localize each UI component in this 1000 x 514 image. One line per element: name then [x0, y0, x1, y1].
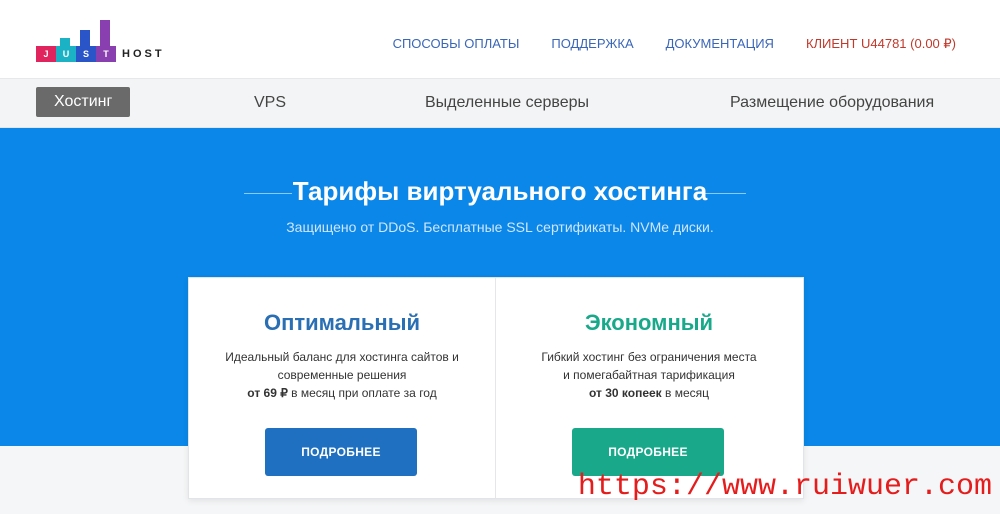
- plan-desc-line-2: и помегабайтная тарификация: [563, 368, 735, 382]
- plan-price-period: в месяц при оплате за год: [287, 386, 437, 400]
- service-tabs: Хостинг VPS Выделенные серверы Размещени…: [0, 79, 1000, 128]
- nav-payment-methods[interactable]: СПОСОБЫ ОПЛАТЫ: [393, 36, 520, 52]
- tab-colocation[interactable]: Размещение оборудования: [730, 79, 934, 127]
- plan-desc-line-1: Идеальный баланс для хостинга сайтов и: [225, 350, 459, 364]
- plan-description: Идеальный баланс для хостинга сайтов и с…: [189, 348, 495, 402]
- page-title: Тарифы виртуального хостинга: [292, 176, 708, 206]
- details-button-optimal[interactable]: ПОДРОБНЕЕ: [265, 428, 417, 476]
- plan-price: от 30 копеек в месяц: [496, 384, 802, 402]
- logo-letter-s: S: [76, 46, 96, 62]
- plan-card-optimal: Оптимальный Идеальный баланс для хостинг…: [189, 278, 496, 498]
- details-button-econom[interactable]: ПОДРОБНЕЕ: [572, 428, 724, 476]
- plan-price-period: в месяц: [661, 386, 710, 400]
- site-header: J U S T HOST СПОСОБЫ ОПЛАТЫ ПОДДЕРЖКА ДО…: [0, 0, 1000, 79]
- justhost-logo[interactable]: J U S T HOST: [36, 14, 176, 62]
- plan-description: Гибкий хостинг без ограничения места и п…: [496, 348, 802, 402]
- logo-letter-u: U: [56, 46, 76, 62]
- plan-title: Экономный: [584, 310, 714, 335]
- watermark-url: https://www.ruiwuer.com: [577, 470, 992, 504]
- plan-price-amount: от 30 копеек: [588, 386, 662, 400]
- logo-letter-t: T: [96, 46, 116, 62]
- plan-desc-line-1: Гибкий хостинг без ограничения места: [541, 350, 757, 364]
- plan-price: от 69 ₽ в месяц при оплате за год: [189, 384, 495, 402]
- page-subtitle: Защищено от DDoS. Бесплатные SSL сертифи…: [286, 219, 714, 235]
- logo-host-text: HOST: [122, 48, 165, 60]
- tab-hosting[interactable]: Хостинг: [36, 87, 131, 117]
- plan-card-econom: Экономный Гибкий хостинг без ограничения…: [496, 278, 802, 498]
- tab-dedicated-servers[interactable]: Выделенные серверы: [425, 79, 589, 127]
- plan-price-amount: от 69 ₽: [247, 386, 288, 400]
- plan-cards: Оптимальный Идеальный баланс для хостинг…: [188, 277, 804, 499]
- nav-documentation[interactable]: ДОКУМЕНТАЦИЯ: [666, 36, 774, 52]
- top-navigation: СПОСОБЫ ОПЛАТЫ ПОДДЕРЖКА ДОКУМЕНТАЦИЯ КЛ…: [393, 36, 956, 52]
- tab-vps[interactable]: VPS: [254, 79, 286, 127]
- plan-desc-line-2: современные решения: [277, 368, 407, 382]
- nav-support[interactable]: ПОДДЕРЖКА: [551, 36, 633, 52]
- nav-client-account[interactable]: КЛИЕНТ U44781 (0.00 ₽): [806, 36, 956, 52]
- plan-title: Оптимальный: [263, 310, 421, 335]
- logo-letter-j: J: [36, 46, 56, 62]
